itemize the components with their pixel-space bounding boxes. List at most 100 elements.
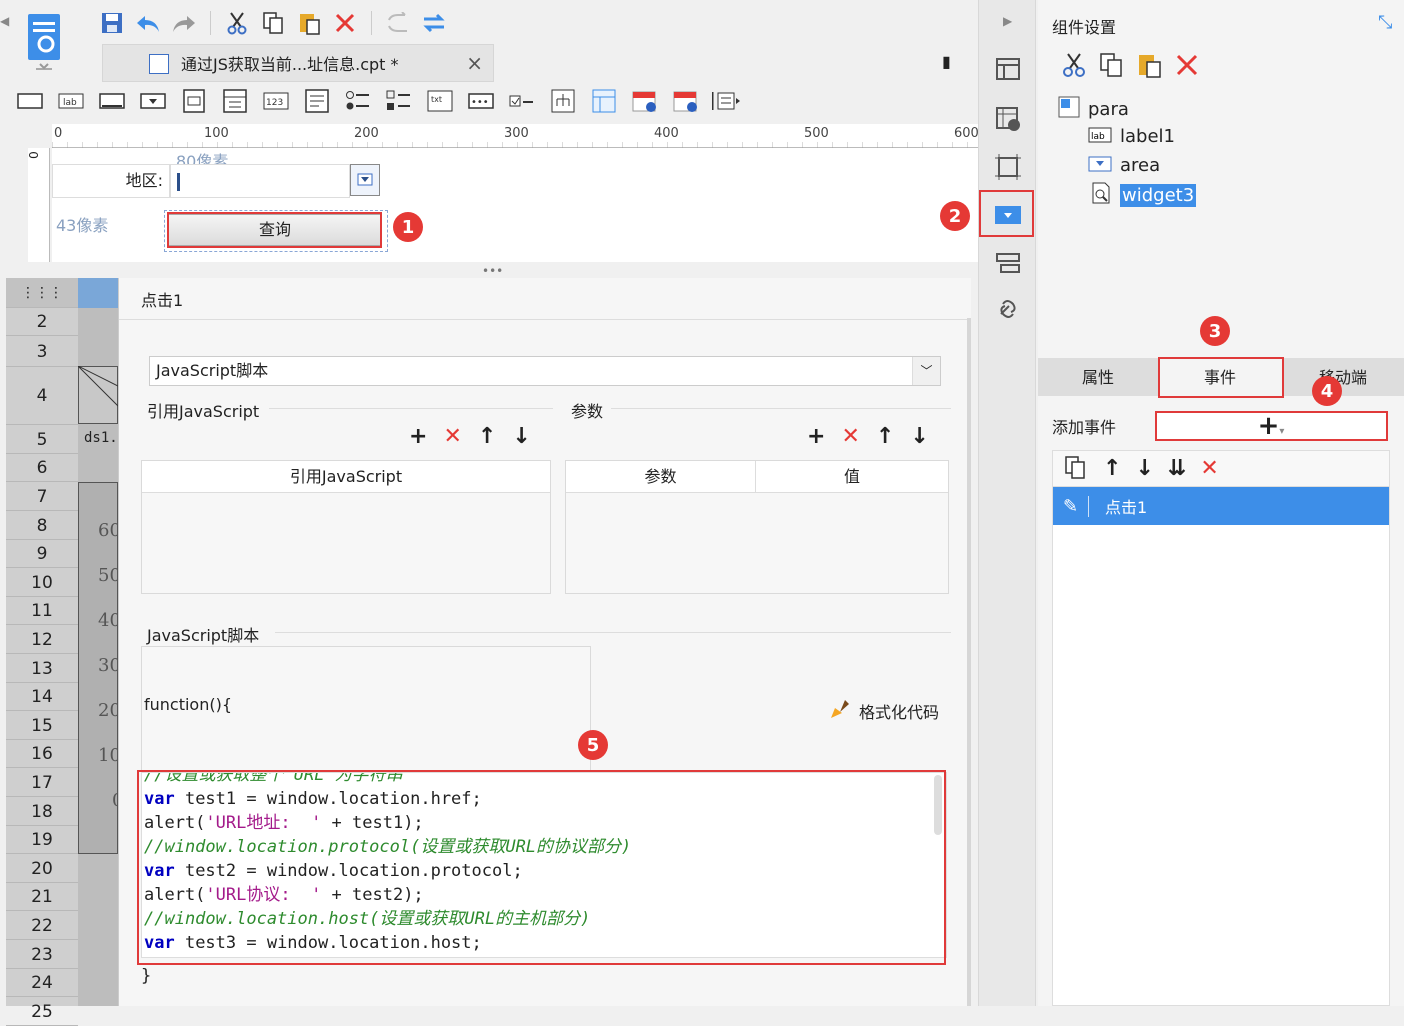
- frame-icon[interactable]: [993, 152, 1023, 182]
- refresh-icon[interactable]: [382, 7, 414, 39]
- row-number[interactable]: 19: [6, 826, 78, 855]
- format-code-button[interactable]: 格式化代码: [829, 698, 939, 724]
- label1-widget[interactable]: 地区:: [52, 164, 170, 198]
- dialog-scrollbar[interactable]: [967, 318, 971, 1006]
- event-copy-icon[interactable]: [1063, 455, 1089, 483]
- swap-icon[interactable]: [418, 7, 450, 39]
- settings-cut-icon[interactable]: [1060, 52, 1088, 82]
- row-number[interactable]: 10: [6, 569, 78, 597]
- settings-delete-icon[interactable]: [1174, 52, 1200, 82]
- event-row-selected[interactable]: ✎ 点击1: [1053, 487, 1389, 525]
- tab-properties[interactable]: 属性: [1038, 358, 1158, 396]
- splitter-handle[interactable]: •••: [482, 264, 503, 278]
- row-number[interactable]: 12: [6, 626, 78, 654]
- row-number[interactable]: 14: [6, 683, 78, 712]
- tree-item-widget3[interactable]: widget3: [1090, 182, 1197, 208]
- cell-info-icon[interactable]: [993, 104, 1023, 134]
- script-type-select[interactable]: JavaScript脚本 ﹀: [149, 356, 941, 386]
- link-icon[interactable]: [993, 294, 1023, 324]
- delete-icon[interactable]: [329, 7, 361, 39]
- delete-param-icon[interactable]: ✕: [841, 424, 859, 449]
- row-number[interactable]: 24: [6, 969, 78, 998]
- combobox-dropdown-icon[interactable]: [350, 164, 380, 196]
- tab-document[interactable]: 通过JS获取当前...址信息.cpt * ×: [102, 44, 494, 82]
- maximize-icon[interactable]: ▮: [942, 52, 951, 71]
- settings-paste-icon[interactable]: [1136, 52, 1164, 82]
- more-widgets-icon[interactable]: [711, 88, 743, 114]
- collapse-arrow-icon[interactable]: ◀: [0, 14, 9, 28]
- event-move-bottom-icon[interactable]: ⇊: [1168, 456, 1186, 481]
- calendar-red-2-icon[interactable]: [670, 88, 702, 114]
- label-widget-icon[interactable]: lab: [55, 88, 87, 114]
- corner-grid-icon[interactable]: ⋮⋮⋮: [6, 278, 78, 308]
- paste-icon[interactable]: [293, 7, 325, 39]
- text-widget-icon[interactable]: txt: [424, 88, 456, 114]
- cut-icon[interactable]: [221, 7, 253, 39]
- checkbox-widget-icon[interactable]: [506, 88, 538, 114]
- row-number[interactable]: 15: [6, 712, 78, 740]
- radio-group-icon[interactable]: [342, 88, 374, 114]
- tree-root-para[interactable]: para: [1058, 96, 1129, 122]
- expand-panel-icon[interactable]: ⤡: [1378, 12, 1392, 33]
- combobox-widget-icon[interactable]: [137, 88, 169, 114]
- row-number[interactable]: 13: [6, 655, 78, 683]
- form-list-icon[interactable]: [993, 248, 1023, 278]
- date-widget-icon[interactable]: [219, 88, 251, 114]
- row-number[interactable]: 11: [6, 597, 78, 626]
- add-ref-js-icon[interactable]: +: [409, 424, 427, 449]
- row-number[interactable]: 20: [6, 855, 78, 883]
- event-move-down-icon[interactable]: ↓: [1135, 456, 1153, 481]
- delete-ref-js-icon[interactable]: ✕: [443, 424, 461, 449]
- ref-js-table[interactable]: 引用JavaScript: [141, 460, 551, 594]
- layout-icon[interactable]: [993, 54, 1023, 84]
- row-number[interactable]: 3: [6, 337, 78, 367]
- checkbox-group-icon[interactable]: [383, 88, 415, 114]
- move-up-param-icon[interactable]: ↑: [876, 424, 894, 449]
- copy-icon[interactable]: [257, 7, 289, 39]
- tab-mobile[interactable]: 移动端: [1282, 358, 1404, 396]
- tree-item-label1[interactable]: lab label1: [1088, 126, 1175, 147]
- tree-widget-icon[interactable]: [547, 88, 579, 114]
- row-number[interactable]: 25: [6, 998, 78, 1026]
- save-icon[interactable]: [96, 7, 128, 39]
- chevron-down-icon[interactable]: ﹀: [912, 357, 940, 385]
- calendar-red-icon[interactable]: [629, 88, 661, 114]
- form-widget-icon[interactable]: [178, 88, 210, 114]
- table-tree-icon[interactable]: [588, 88, 620, 114]
- event-move-up-icon[interactable]: ↑: [1103, 456, 1121, 481]
- row-number[interactable]: 2: [6, 308, 78, 336]
- expand-arrow-icon[interactable]: ▶: [1003, 14, 1012, 28]
- row-number[interactable]: 7: [6, 483, 78, 511]
- frame-widget-icon[interactable]: [14, 88, 46, 114]
- widget-tree[interactable]: para lab label1 area widget3: [1058, 96, 1388, 226]
- row-number[interactable]: 22: [6, 912, 78, 940]
- row-number[interactable]: 9: [6, 540, 78, 569]
- password-widget-icon[interactable]: •••: [465, 88, 497, 114]
- textbox-widget-icon[interactable]: [96, 88, 128, 114]
- row-number[interactable]: 5: [6, 426, 78, 454]
- row-number[interactable]: 18: [6, 798, 78, 826]
- row-number[interactable]: 16: [6, 740, 78, 769]
- event-list[interactable]: ↑ ↓ ⇊ ✕ ✎ 点击1: [1052, 450, 1390, 1006]
- row-number[interactable]: 6: [6, 454, 78, 483]
- move-up-ref-js-icon[interactable]: ↑: [478, 424, 496, 449]
- tree-item-area[interactable]: area: [1088, 155, 1160, 176]
- row-number[interactable]: 21: [6, 883, 78, 912]
- number-widget-icon[interactable]: 123: [260, 88, 292, 114]
- area-combobox[interactable]: [170, 164, 350, 198]
- textarea-widget-icon[interactable]: [301, 88, 333, 114]
- row-number[interactable]: 8: [6, 512, 78, 540]
- undo-icon[interactable]: [132, 7, 164, 39]
- close-tab-icon[interactable]: ×: [466, 51, 483, 75]
- event-delete-icon[interactable]: ✕: [1200, 456, 1218, 481]
- row-number[interactable]: 17: [6, 769, 78, 797]
- row-number[interactable]: 4: [6, 367, 78, 426]
- settings-copy-icon[interactable]: [1098, 52, 1126, 82]
- params-table[interactable]: 参数 值: [565, 460, 949, 594]
- move-down-ref-js-icon[interactable]: ↓: [512, 424, 530, 449]
- add-param-icon[interactable]: +: [807, 424, 825, 449]
- row-number[interactable]: 23: [6, 941, 78, 969]
- redo-icon[interactable]: [168, 7, 200, 39]
- sheet-area[interactable]: ds1. 6050403020100: [78, 278, 123, 1006]
- move-down-param-icon[interactable]: ↓: [910, 424, 928, 449]
